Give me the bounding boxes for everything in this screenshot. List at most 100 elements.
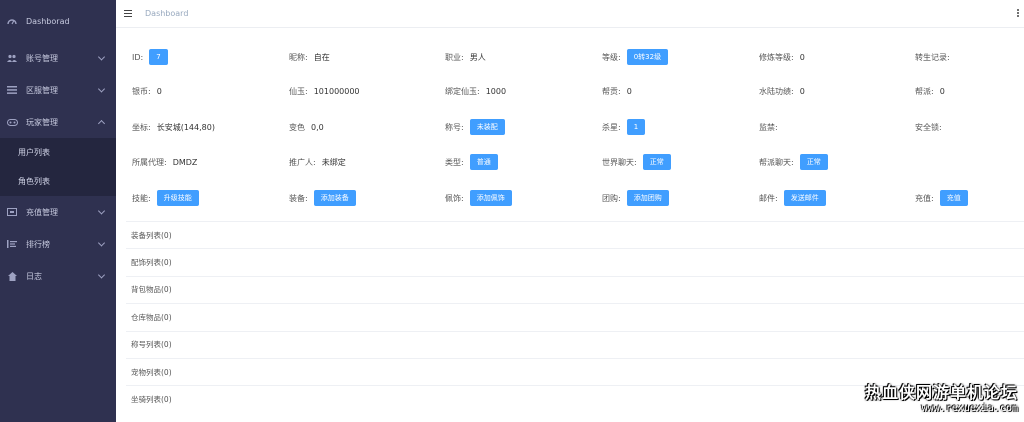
- chevron-down-icon: [97, 85, 106, 93]
- field-group-buy: 团购: 添加团购: [602, 188, 669, 208]
- watermark: 热血侠网游单机论坛 www.rexuexia.com: [865, 379, 1018, 414]
- sidebar-item-recharge[interactable]: 充值管理: [0, 196, 116, 228]
- breadcrumb[interactable]: Dashboard: [145, 9, 188, 18]
- recharge-icon: [6, 206, 18, 218]
- level-button[interactable]: 0转32级: [626, 49, 669, 65]
- guild-chat-button[interactable]: 正常: [799, 154, 828, 170]
- upgrade-skill-button[interactable]: 升级技能: [156, 190, 199, 206]
- field-label: 装备:: [289, 193, 308, 203]
- player-icon: [6, 116, 18, 128]
- field-label: 类型:: [445, 157, 464, 167]
- field-title: 称号: 未装配: [445, 117, 505, 137]
- field-coords: 坐标: 长安城(144,80): [132, 117, 215, 137]
- sidebar-item-player[interactable]: 玩家管理: [0, 106, 116, 138]
- kill-star-button[interactable]: 1: [626, 119, 646, 135]
- info-row: 技能: 升级技能 装备: 添加装备 佩饰: 添加佩饰 团购: 添加团购 邮件: 发送邮件 …: [132, 188, 1024, 208]
- field-value: 0: [156, 86, 162, 96]
- info-row: 所属代理: DMDZ 推广人: 未绑定 类型: 普通 世界聊天: 正常 帮派聊天: 正常: [132, 152, 1024, 172]
- add-equipment-button[interactable]: 添加装备: [313, 190, 356, 206]
- warehouse-list-header[interactable]: 仓库物品(0): [126, 303, 1024, 330]
- field-label: 修炼等级:: [759, 52, 794, 62]
- backpack-list-header[interactable]: 背包物品(0): [126, 275, 1024, 303]
- log-icon: [6, 270, 18, 282]
- recharge-button[interactable]: 充值: [939, 190, 968, 206]
- field-silver: 银币: 0: [132, 81, 162, 101]
- field-label: 所属代理:: [132, 157, 167, 167]
- ranking-icon: [6, 238, 18, 250]
- field-label: 银币:: [132, 86, 151, 96]
- field-value: 101000000: [313, 86, 360, 96]
- sidebar: Dashborad 账号管理 区服管理 玩家管理 用户列表 角色列表 充值管理: [0, 0, 116, 422]
- field-label: 等级:: [602, 52, 621, 62]
- add-accessory-button[interactable]: 添加佩饰: [469, 190, 512, 206]
- top-header: Dashboard: [116, 0, 1024, 28]
- add-group-buy-button[interactable]: 添加团购: [626, 190, 669, 206]
- sidebar-item-account[interactable]: 账号管理: [0, 42, 116, 74]
- sidebar-item-ranking[interactable]: 排行榜: [0, 228, 116, 260]
- server-list-icon: [6, 84, 18, 96]
- sidebar-subitem-user-list[interactable]: 用户列表: [0, 138, 116, 167]
- field-label: 仙玉:: [289, 86, 308, 96]
- field-recharge: 充值: 充值: [915, 188, 968, 208]
- field-value: 自在: [313, 52, 330, 62]
- field-class: 职业: 男人: [445, 47, 486, 67]
- field-label: 世界聊天:: [602, 157, 637, 167]
- field-color: 变色 0,0: [289, 117, 324, 137]
- type-button[interactable]: 普通: [469, 154, 498, 170]
- field-guild-contribution: 帮贡: 0: [602, 81, 632, 101]
- field-value: 0: [626, 86, 632, 96]
- field-label: 坐标:: [132, 122, 151, 132]
- field-value: 1000: [485, 86, 507, 96]
- field-jade: 仙玉: 101000000: [289, 81, 360, 101]
- sidebar-item-label: 玩家管理: [26, 117, 58, 127]
- title-list-header[interactable]: 称号列表(0): [126, 330, 1024, 358]
- sidebar-subitem-role-list[interactable]: 角色列表: [0, 167, 116, 196]
- more-options-icon[interactable]: [1017, 9, 1019, 17]
- watermark-title: 热血侠网游单机论坛: [864, 383, 1018, 402]
- field-value: 0: [799, 52, 805, 62]
- field-label: 帮派:: [915, 86, 934, 96]
- field-value: 未绑定: [321, 157, 346, 167]
- world-chat-button[interactable]: 正常: [642, 154, 671, 170]
- field-label: ID:: [132, 52, 144, 62]
- info-row: 坐标: 长安城(144,80) 变色 0,0 称号: 未装配 杀星: 1 监禁: 安全锁…: [132, 117, 1024, 137]
- field-world-chat: 世界聊天: 正常: [602, 152, 671, 172]
- id-badge[interactable]: 7: [149, 49, 168, 65]
- field-value: DMDZ: [172, 157, 198, 167]
- field-label: 水陆功绩:: [759, 86, 794, 96]
- field-type: 类型: 普通: [445, 152, 498, 172]
- field-nickname: 昵称: 自在: [289, 47, 330, 67]
- field-label: 杀星:: [602, 122, 621, 132]
- field-cultivation: 修炼等级: 0: [759, 47, 805, 67]
- equipment-list-header[interactable]: 装备列表(0): [126, 221, 1024, 248]
- field-label: 转生记录:: [915, 52, 950, 62]
- chevron-down-icon: [97, 271, 106, 279]
- hamburger-menu-icon[interactable]: [124, 10, 132, 17]
- field-guild-chat: 帮派聊天: 正常: [759, 152, 828, 172]
- field-label: 推广人:: [289, 157, 316, 167]
- field-equipment: 装备: 添加装备: [289, 188, 356, 208]
- chevron-down-icon: [97, 207, 106, 215]
- field-label: 邮件:: [759, 193, 778, 203]
- account-icon: [6, 52, 18, 64]
- field-label: 职业:: [445, 52, 464, 62]
- field-label: 称号:: [445, 122, 464, 132]
- main-content: ID: 7 昵称: 自在 职业: 男人 等级: 0转32级 修炼等级: 0 转生记录: 银…: [116, 28, 1024, 422]
- field-merit: 水陆功绩: 0: [759, 81, 805, 101]
- field-value: 长安城(144,80): [156, 122, 215, 132]
- field-value: 男人: [469, 52, 486, 62]
- title-button[interactable]: 未装配: [469, 119, 505, 135]
- accessory-list-header[interactable]: 配饰列表(0): [126, 248, 1024, 275]
- sidebar-item-label: 充值管理: [26, 207, 58, 217]
- sidebar-item-label: 区服管理: [26, 85, 58, 95]
- field-id: ID: 7: [132, 47, 168, 67]
- send-mail-button[interactable]: 发送邮件: [783, 190, 826, 206]
- field-agent: 所属代理: DMDZ: [132, 152, 197, 172]
- sidebar-item-log[interactable]: 日志: [0, 260, 116, 292]
- sidebar-item-server[interactable]: 区服管理: [0, 74, 116, 106]
- info-row: 银币: 0 仙玉: 101000000 绑定仙玉: 1000 帮贡: 0 水陆功绩: 0 …: [132, 81, 1024, 101]
- sidebar-item-label: 排行榜: [26, 239, 50, 249]
- field-label: 绑定仙玉:: [445, 86, 480, 96]
- sidebar-item-dashboard[interactable]: Dashborad: [0, 0, 116, 42]
- sidebar-item-label: 账号管理: [26, 53, 58, 63]
